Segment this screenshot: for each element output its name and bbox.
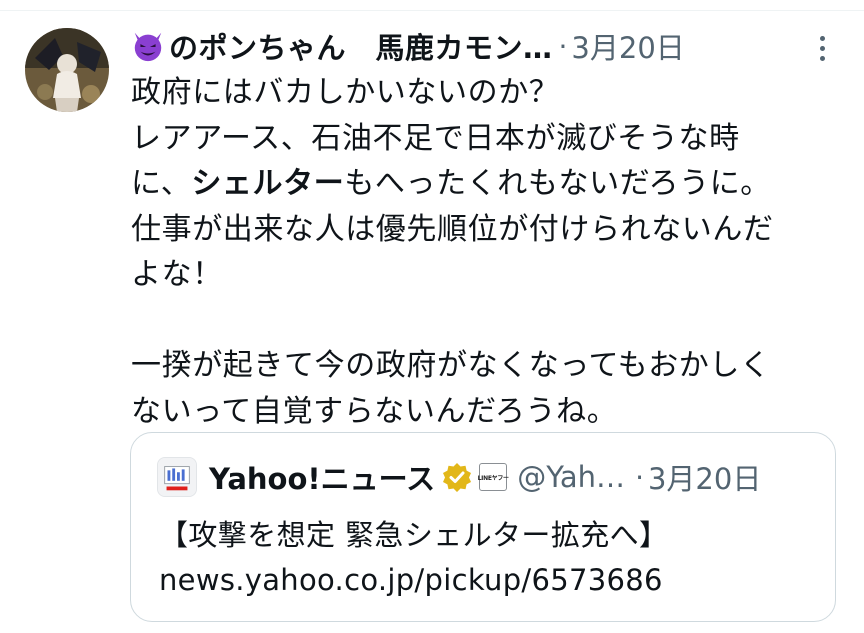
quoted-tweet-text: 【攻撃を想定 緊急シェルター拡充へ】: [159, 518, 669, 552]
quoted-tweet-link[interactable]: news.yahoo.co.jp/pickup/6573686: [159, 558, 663, 602]
tweet-line: に、シェルターもへったくれもないだろうに。: [131, 161, 843, 207]
tweet-line: 仕事が出来な人は優先順位が付けられないんだ: [131, 211, 774, 247]
tweet-line: 政府にはバカしかいないのか？: [131, 75, 560, 110]
avatar[interactable]: [25, 28, 109, 112]
smiling-devil-icon: [134, 32, 162, 62]
quoted-account-handle[interactable]: @Yah…: [517, 460, 625, 494]
tweet-line: ないって自覚すらないんだろうね。: [131, 393, 618, 429]
yahoo-news-logo-icon: [157, 457, 197, 497]
quoted-account-name[interactable]: Yahoo!ニュース: [209, 456, 435, 498]
tweet-line: よな！: [131, 257, 223, 292]
affiliate-badge-icon: LINEヤフー: [478, 463, 509, 491]
avatar-image: [25, 28, 109, 112]
tweet-text: 政府にはバカしかいないのか？ レアアース、石油不足で日本が滅びそうな時 に、シェ…: [131, 70, 843, 434]
tweet-line-text: もへったくれもないだろうに。: [344, 166, 771, 201]
display-name[interactable]: のポンちゃん 馬鹿カモン…: [169, 25, 553, 67]
gold-verified-badge-icon: [443, 463, 472, 492]
tweet-header: のポンちゃん 馬鹿カモン… · 3月20日: [131, 24, 811, 68]
separator-dot: ·: [635, 460, 644, 494]
tweet-line: 一揆が起きて今の政府がなくなってもおかしく: [131, 348, 771, 383]
separator-dot: ·: [558, 29, 568, 63]
quoted-timestamp[interactable]: 3月20日: [648, 456, 761, 498]
quoted-tweet-header: Yahoo!ニュース LINEヤフー @Yah… · 3月20日: [157, 455, 817, 499]
highlighted-keyword: シェルター: [191, 166, 345, 201]
tweet-line: レアアース、石油不足で日本が滅びそうな時: [131, 120, 740, 156]
timestamp[interactable]: 3月20日: [571, 25, 684, 67]
quoted-tweet-card[interactable]: Yahoo!ニュース LINEヤフー @Yah… · 3月20日 【攻撃を想定 …: [130, 432, 836, 622]
tweet-line-text: に、: [131, 166, 192, 201]
more-vertical-icon[interactable]: [806, 30, 838, 66]
top-divider: [0, 10, 864, 11]
